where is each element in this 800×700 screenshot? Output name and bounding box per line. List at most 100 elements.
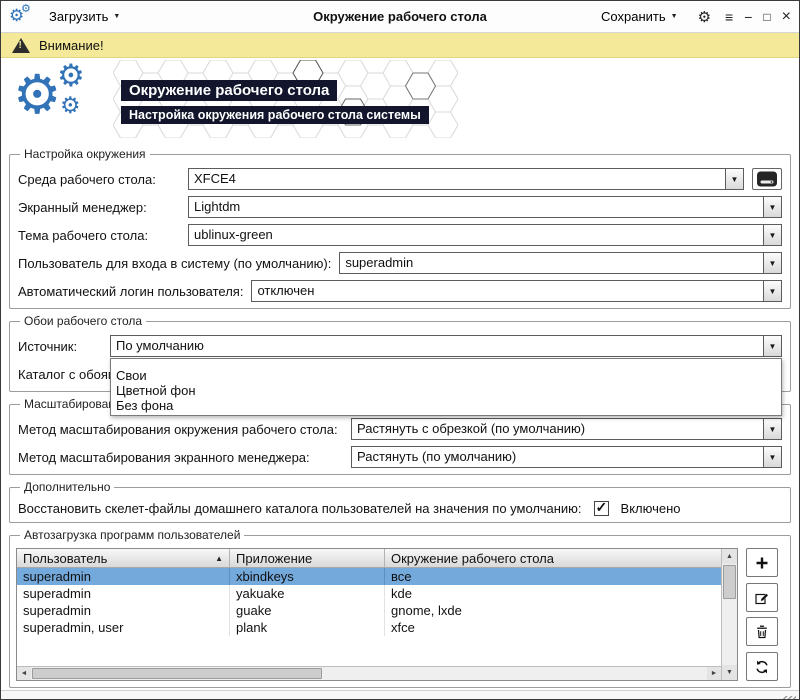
default-user-label: Пользователь для входа в систему (по умо…	[18, 256, 331, 271]
table-row[interactable]: superadmin guake gnome, lxde	[17, 602, 721, 619]
display-manager-combobox[interactable]: Lightdm ▼	[188, 196, 782, 218]
app-window: ⚙ ⚙ Загрузить ▼ Окружение рабочего стола…	[0, 0, 800, 700]
vscroll-track[interactable]	[722, 564, 737, 665]
desktop-env-combobox[interactable]: XFCE4 ▼	[188, 168, 744, 190]
table-header-row: Пользователь ▲ Приложение Окружение рабо…	[17, 549, 721, 568]
desktop-env-package-button[interactable]	[752, 168, 782, 190]
group-additional: Дополнительно Восстановить скелет-файлы …	[9, 480, 791, 523]
wallpaper-source-label: Источник:	[18, 339, 102, 354]
gear-icon: ⚙	[57, 60, 85, 91]
combo-arrow-icon: ▼	[725, 169, 743, 189]
hscroll-track[interactable]	[31, 667, 707, 680]
save-button-label: Сохранить	[601, 9, 666, 24]
cell-env: все	[385, 568, 721, 585]
restore-skel-label: Восстановить скелет-файлы домашнего ката…	[18, 501, 582, 516]
combo-arrow-icon: ▼	[763, 447, 781, 467]
desktop-scaling-combobox[interactable]: Растянуть с обрезкой (по умолчанию) ▼	[351, 418, 782, 440]
load-button-label: Загрузить	[49, 9, 108, 24]
cell-user: superadmin	[17, 602, 230, 619]
cell-app: plank	[230, 619, 385, 636]
field-dm-scaling: Метод масштабирования экранного менеджер…	[18, 446, 782, 468]
cell-env: kde	[385, 585, 721, 602]
maximize-button[interactable]: □	[763, 11, 770, 23]
cell-app: guake	[230, 602, 385, 619]
cell-env: xfce	[385, 619, 721, 636]
autologin-label: Автоматический логин пользователя:	[18, 284, 243, 299]
gear-icon: ⚙	[21, 4, 31, 15]
dm-scaling-value: Растянуть (по умолчанию)	[352, 447, 763, 467]
close-button[interactable]: ×	[782, 9, 791, 25]
desktop-env-label: Среда рабочего стола:	[18, 172, 180, 187]
group-wallpaper: Обои рабочего стола Источник: По умолчан…	[9, 314, 791, 392]
theme-label: Тема рабочего стола:	[18, 228, 180, 243]
field-desktop-env: Среда рабочего стола: XFCE4 ▼	[18, 168, 782, 190]
default-user-combobox[interactable]: superadmin ▼	[339, 252, 782, 274]
page-subtitle: Настройка окружения рабочего стола систе…	[121, 106, 429, 124]
autologin-combobox[interactable]: отключен ▼	[251, 280, 782, 302]
combo-arrow-icon: ▼	[763, 419, 781, 439]
theme-value: ublinux-green	[189, 225, 763, 245]
default-user-value: superadmin	[340, 253, 763, 273]
minimize-button[interactable]: −	[744, 10, 752, 24]
column-header-app[interactable]: Приложение	[230, 549, 385, 567]
refresh-button[interactable]	[746, 652, 778, 681]
table-row[interactable]: superadmin xbindkeys все	[17, 568, 721, 585]
display-manager-value: Lightdm	[189, 197, 763, 217]
vscroll-thumb[interactable]	[723, 565, 736, 599]
column-header-user[interactable]: Пользователь ▲	[17, 549, 230, 567]
edit-pencil-icon	[754, 590, 770, 606]
dropdown-option-color[interactable]: Цветной фон	[111, 383, 781, 398]
wallpaper-source-combobox[interactable]: По умолчанию ▼	[110, 335, 782, 357]
scroll-right-button[interactable]: ►	[707, 667, 721, 680]
warning-icon: !	[12, 38, 30, 53]
app-gears-icon: ⚙ ⚙	[9, 6, 33, 28]
field-restore-skel: Восстановить скелет-файлы домашнего ката…	[18, 501, 782, 516]
autostart-table: Пользователь ▲ Приложение Окружение рабо…	[16, 548, 738, 681]
table-row[interactable]: superadmin, user plank xfce	[17, 619, 721, 636]
load-button[interactable]: Загрузить ▼	[43, 5, 126, 28]
scroll-left-button[interactable]: ◄	[17, 667, 31, 680]
desktop-env-value: XFCE4	[189, 169, 725, 189]
hscroll-thumb[interactable]	[32, 668, 322, 679]
page-title: Окружение рабочего стола	[121, 80, 337, 101]
column-header-env[interactable]: Окружение рабочего стола	[385, 549, 721, 567]
save-button[interactable]: Сохранить ▼	[595, 5, 684, 28]
table-action-buttons	[746, 548, 784, 681]
dm-scaling-label: Метод масштабирования экранного менеджер…	[18, 450, 343, 465]
field-display-manager: Экранный менеджер: Lightdm ▼	[18, 196, 782, 218]
field-theme: Тема рабочего стола: ublinux-green ▼	[18, 224, 782, 246]
scroll-up-button[interactable]: ▲	[722, 549, 737, 564]
chevron-down-icon: ▼	[113, 13, 120, 20]
dm-scaling-combobox[interactable]: Растянуть (по умолчанию) ▼	[351, 446, 782, 468]
app-logo-gears: ⚙ ⚙ ⚙	[13, 62, 117, 140]
combo-arrow-icon: ▼	[763, 197, 781, 217]
delete-row-button[interactable]	[746, 617, 778, 646]
autologin-value: отключен	[252, 281, 763, 301]
menu-icon[interactable]: ≡	[725, 10, 733, 24]
field-wallpaper-source: Источник: По умолчанию ▼ Свои Цветной фо…	[18, 335, 782, 357]
add-row-button[interactable]	[746, 548, 778, 577]
column-header-user-label: Пользователь	[23, 551, 107, 566]
field-desktop-scaling: Метод масштабирования окружения рабочего…	[18, 418, 782, 440]
theme-combobox[interactable]: ublinux-green ▼	[188, 224, 782, 246]
table-row[interactable]: superadmin yakuake kde	[17, 585, 721, 602]
warning-banner: ! Внимание!	[1, 33, 799, 58]
combo-arrow-icon: ▼	[763, 253, 781, 273]
restore-skel-checkbox[interactable]: ✓	[594, 501, 609, 516]
restore-skel-checkbox-label: Включено	[621, 501, 681, 516]
group-additional-title: Дополнительно	[20, 480, 114, 494]
cell-env: gnome, lxde	[385, 602, 721, 619]
group-environment: Настройка окружения Среда рабочего стола…	[9, 147, 791, 309]
gear-icon: ⚙	[13, 68, 61, 122]
group-environment-title: Настройка окружения	[20, 147, 150, 161]
status-bar	[1, 690, 799, 700]
edit-row-button[interactable]	[746, 583, 778, 612]
sort-asc-icon: ▲	[215, 554, 223, 563]
scroll-down-button[interactable]: ▼	[722, 665, 737, 680]
combo-arrow-icon: ▼	[763, 225, 781, 245]
settings-gear-icon[interactable]: ⚙	[698, 8, 711, 26]
dropdown-option-none[interactable]: Без фона	[111, 398, 781, 413]
dropdown-option-custom[interactable]: Свои	[111, 368, 781, 383]
exclamation-mark: !	[19, 41, 22, 51]
resize-grip[interactable]	[783, 696, 796, 700]
